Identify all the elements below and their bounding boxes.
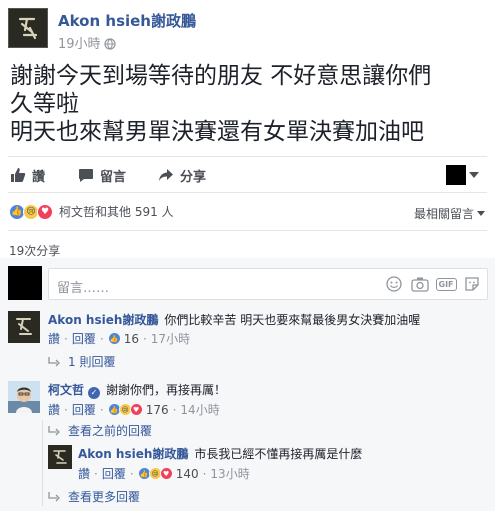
- post-time-text[interactable]: 19小時: [58, 37, 101, 52]
- thumbs-up-icon: [11, 168, 26, 182]
- shares-count[interactable]: 19次分享: [9, 242, 60, 259]
- calligraphy-logo-icon: [10, 10, 46, 46]
- globe-icon: [103, 38, 116, 54]
- reactions-summary[interactable]: 👍 😢 ♥ 柯文哲和其他 591 人: [9, 203, 174, 220]
- comment-like-link[interactable]: 讚: [48, 401, 60, 418]
- reactions-count-text[interactable]: 柯文哲和其他 591 人: [59, 203, 174, 220]
- post-text-line: 謝謝今天到場等待的朋友 不好意思讓你們: [10, 63, 432, 89]
- divider: [8, 230, 487, 231]
- chevron-down-icon: [477, 211, 485, 216]
- comment-time[interactable]: 14小時: [180, 401, 219, 418]
- comment-reaction-count[interactable]: 16: [124, 332, 139, 346]
- reply-arrow-icon: [48, 425, 60, 435]
- love-reaction-icon: ♥: [159, 467, 173, 480]
- post-message: 謝謝今天到場等待的朋友 不好意思讓你們 久等啦 明天也來幫男單決賽還有女單決賽加…: [10, 62, 488, 146]
- view-previous-replies-label: 查看之前的回覆: [68, 424, 153, 438]
- reply-body: Akon hsieh謝政鵬 市長我已經不懂再接再厲是什麼: [78, 446, 362, 462]
- commenter-avatar[interactable]: [8, 381, 40, 413]
- reply-like-link[interactable]: 讚: [78, 465, 90, 482]
- comment-body: 柯文哲 ✓ 謝謝你們，再接再厲！: [48, 382, 226, 399]
- author-avatar[interactable]: [8, 8, 48, 48]
- comment-input[interactable]: 留言…… GIF: [48, 268, 488, 300]
- reply-reply-link[interactable]: 回覆: [102, 465, 126, 482]
- emoji-icon[interactable]: [385, 275, 403, 293]
- share-arrow-icon: [159, 169, 173, 181]
- reply-arrow-icon: [48, 356, 60, 366]
- author-name[interactable]: Akon hsieh謝政鵬: [58, 10, 196, 31]
- sort-label: 最相關留言: [413, 207, 474, 221]
- comment-body: Akon hsieh謝政鵬 你們比較辛苦 明天也要來幫最後男女決賽加油喔: [48, 312, 420, 328]
- page-avatar-selector[interactable]: [446, 165, 466, 185]
- share-button[interactable]: 分享: [158, 165, 206, 185]
- like-label: 讚: [32, 169, 46, 185]
- reply-reaction-count[interactable]: 140: [176, 467, 199, 481]
- view-replies-link[interactable]: 1 則回覆: [48, 353, 115, 370]
- viewer-avatar: [8, 266, 42, 300]
- reply-time[interactable]: 13小時: [210, 465, 249, 482]
- love-reaction-icon: ♥: [129, 403, 143, 416]
- post-timestamp[interactable]: 19小時: [58, 33, 116, 54]
- view-more-replies-link[interactable]: 查看更多回覆: [48, 488, 140, 505]
- divider: [8, 156, 487, 157]
- comment-label: 留言: [100, 169, 127, 185]
- comment-button[interactable]: 留言: [78, 165, 126, 185]
- comment-reply-link[interactable]: 回覆: [72, 330, 96, 347]
- facebook-post: Akon hsieh謝政鵬 19小時 謝謝今天到場等待的朋友 不好意思讓你們 久…: [0, 0, 495, 511]
- camera-icon[interactable]: [411, 275, 429, 293]
- reply-arrow-icon: [48, 491, 60, 501]
- reply-thread-line: [42, 420, 43, 506]
- post-text-line: 明天也來幫男單決賽還有女單決賽加油吧: [10, 119, 424, 145]
- comment-text: 謝謝你們，再接再厲！: [106, 383, 227, 397]
- comment-time[interactable]: 17小時: [151, 330, 190, 347]
- love-reaction-icon: ♥: [37, 203, 53, 220]
- comment-sort-dropdown[interactable]: 最相關留言: [414, 205, 485, 222]
- comment-reply-link[interactable]: 回覆: [72, 401, 96, 418]
- reply-author-avatar[interactable]: [48, 445, 72, 469]
- verified-badge-icon: ✓: [88, 387, 101, 399]
- comment-like-link[interactable]: 讚: [48, 330, 60, 347]
- view-replies-label: 1 則回覆: [68, 355, 116, 369]
- comment-author[interactable]: Akon hsieh謝政鵬: [48, 313, 158, 327]
- commenter-avatar[interactable]: [8, 311, 40, 343]
- reply-author[interactable]: Akon hsieh謝政鵬: [78, 447, 188, 461]
- comment-meta: 讚 · 回覆 · 👍 😢 ♥ 176 · 14小時: [48, 401, 220, 418]
- like-reaction-icon: 👍: [107, 332, 121, 345]
- gif-icon[interactable]: GIF: [435, 275, 457, 293]
- comment-author[interactable]: 柯文哲: [48, 383, 84, 397]
- sticker-icon[interactable]: [463, 275, 481, 293]
- divider: [8, 192, 487, 193]
- view-previous-replies-link[interactable]: 查看之前的回覆: [48, 422, 152, 439]
- chevron-down-icon[interactable]: [469, 172, 479, 178]
- like-button[interactable]: 讚: [10, 165, 45, 185]
- post-text-line: 久等啦: [10, 91, 79, 117]
- reply-text: 市長我已經不懂再接再厲是什麼: [194, 447, 363, 461]
- comment-icon: [79, 169, 93, 182]
- view-more-replies-label: 查看更多回覆: [68, 490, 141, 504]
- reply-meta: 讚 · 回覆 · 👍 😢 ♥ 140 · 13小時: [78, 465, 250, 482]
- comment-reaction-count[interactable]: 176: [146, 403, 169, 417]
- comment-text: 你們比較辛苦 明天也要來幫最後男女決賽加油喔: [164, 313, 421, 327]
- comment-placeholder: 留言……: [57, 281, 110, 296]
- share-label: 分享: [180, 169, 207, 185]
- comment-meta: 讚 · 回覆 · 👍 16 · 17小時: [48, 330, 191, 347]
